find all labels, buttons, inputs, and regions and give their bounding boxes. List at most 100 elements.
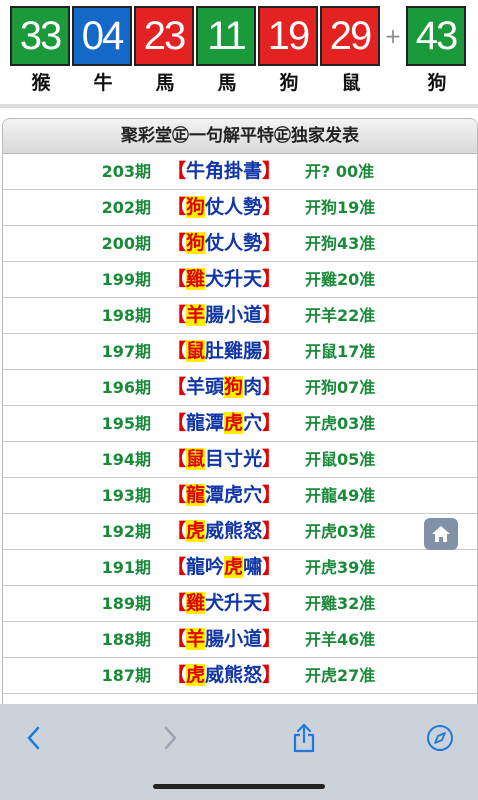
result-label: 开雞32准 (305, 594, 376, 613)
phrase-char: 道 (243, 628, 263, 650)
phrase-char: 目 (205, 448, 225, 470)
bracket-open: 【 (167, 484, 187, 506)
highlighted-char: 龍 (186, 484, 206, 506)
phrase-char: 仗 (205, 232, 225, 254)
bracket-open: 【 (167, 196, 187, 218)
phrase-char: 怒 (243, 520, 263, 542)
share-icon (293, 723, 315, 753)
highlighted-char: 狗 (186, 232, 206, 254)
phrase-char: 犬 (205, 592, 225, 614)
result-label: 开羊22准 (305, 306, 376, 325)
phrase-char: 肉 (243, 376, 263, 398)
phrase-char: 犬 (205, 268, 225, 290)
table-row: 198期 【羊腸小道】 开羊22准 (3, 298, 477, 334)
phrase: 【雞犬升天】 (167, 262, 281, 297)
period-label: 187期 (101, 666, 151, 685)
period-label: 200期 (101, 234, 151, 253)
phrase: 【虎威熊怒】 (167, 658, 281, 693)
phrase-char: 肚 (205, 340, 225, 362)
zodiac-label-4: 馬 (217, 72, 237, 94)
phrase-char: 升 (224, 592, 244, 614)
home-button[interactable] (424, 518, 458, 550)
phrase-char: 牛 (186, 160, 206, 182)
phrase-char: 羊 (186, 376, 206, 398)
bracket-close: 】 (262, 664, 282, 686)
phrase: 【牛角掛書】 (167, 154, 281, 189)
phrase-char: 腸 (243, 340, 263, 362)
period-label: 192期 (101, 522, 151, 541)
table-row: 191期 【龍吟虎嘯】 开虎39准 (3, 550, 477, 586)
phrase: 【狗仗人勢】 (167, 190, 281, 225)
highlighted-char: 虎 (224, 556, 244, 578)
table-row: 188期 【羊腸小道】 开羊46准 (3, 622, 477, 658)
phrase-char: 掛 (224, 160, 244, 182)
phrase-char: 道 (243, 304, 263, 326)
table-row: 195期 【龍潭虎穴】 开虎03准 (3, 406, 477, 442)
zodiac-labels: 猴 牛 馬 馬 狗 鼠 狗 (10, 68, 468, 95)
result-label: 开鼠17准 (305, 342, 376, 361)
phrase: 【狗仗人勢】 (167, 226, 281, 261)
result-label: 开虎27准 (305, 666, 376, 685)
result-ball-6: 29 (320, 6, 380, 66)
phrase-char: 人 (224, 232, 244, 254)
panel-title: 聚彩堂㊣一句解平特㊣独家发表 (3, 119, 477, 154)
highlighted-char: 鼠 (186, 340, 206, 362)
phrase-char: 威 (205, 664, 225, 686)
bracket-open: 【 (167, 304, 187, 326)
phrase: 【龍吟虎嘯】 (167, 550, 281, 585)
bracket-close: 】 (262, 520, 282, 542)
table-row: 199期 【雞犬升天】 开雞20准 (3, 262, 477, 298)
bracket-open: 【 (167, 664, 187, 686)
bracket-open: 【 (167, 520, 187, 542)
special-ball: 43 (406, 6, 466, 66)
bracket-close: 】 (262, 196, 282, 218)
result-ball-5: 19 (258, 6, 318, 66)
bracket-close: 】 (262, 484, 282, 506)
phrase: 【鼠目寸光】 (167, 442, 281, 477)
phrase-char: 天 (243, 268, 263, 290)
table-row: 192期 【虎威熊怒】 开虎03准 (3, 514, 477, 550)
home-icon (432, 526, 450, 542)
phrase-char: 小 (224, 304, 244, 326)
phrase-char: 腸 (205, 628, 225, 650)
result-label: 开虎39准 (305, 558, 376, 577)
period-label: 195期 (101, 414, 151, 433)
period-label: 189期 (101, 594, 151, 613)
phrase: 【鼠肚雞腸】 (167, 334, 281, 369)
bracket-close: 】 (262, 376, 282, 398)
result-label: 开雞20准 (305, 270, 376, 289)
table-row: 197期 【鼠肚雞腸】 开鼠17准 (3, 334, 477, 370)
prediction-panel: 聚彩堂㊣一句解平特㊣独家发表 203期 【牛角掛書】 开? 00准 202期 【狗仗人勢… (2, 118, 478, 720)
phrase-char: 勢 (243, 196, 263, 218)
header-divider (0, 104, 478, 108)
zodiac-label-special: 狗 (427, 72, 447, 94)
phrase-char: 人 (224, 196, 244, 218)
phrase-char: 潭 (205, 412, 225, 434)
phrase: 【虎威熊怒】 (167, 514, 281, 549)
bracket-close: 】 (262, 268, 282, 290)
phrase-char: 怒 (243, 664, 263, 686)
result-label: 开鼠05准 (305, 450, 376, 469)
phrase-char: 雞 (224, 340, 244, 362)
highlighted-char: 羊 (186, 628, 206, 650)
table-row: 189期 【雞犬升天】 开雞32准 (3, 586, 477, 622)
bracket-open: 【 (167, 628, 187, 650)
phrase: 【雞犬升天】 (167, 586, 281, 621)
period-label: 196期 (101, 378, 151, 397)
bracket-open: 【 (167, 592, 187, 614)
highlighted-char: 狗 (186, 196, 206, 218)
table-row: 196期 【羊頭狗肉】 开狗07准 (3, 370, 477, 406)
table-row: 202期 【狗仗人勢】 开狗19准 (3, 190, 477, 226)
bracket-open: 【 (167, 412, 187, 434)
phrase-char: 威 (205, 520, 225, 542)
period-label: 197期 (101, 342, 151, 361)
forward-button[interactable] (152, 720, 188, 756)
phrase: 【羊頭狗肉】 (167, 370, 281, 405)
plus-sign: + (384, 24, 402, 48)
back-button[interactable] (16, 720, 52, 756)
phrase-char: 腸 (205, 304, 225, 326)
compass-button[interactable] (422, 720, 458, 756)
share-button[interactable] (286, 720, 322, 756)
result-label: 开狗19准 (305, 198, 376, 217)
phrase-char: 仗 (205, 196, 225, 218)
